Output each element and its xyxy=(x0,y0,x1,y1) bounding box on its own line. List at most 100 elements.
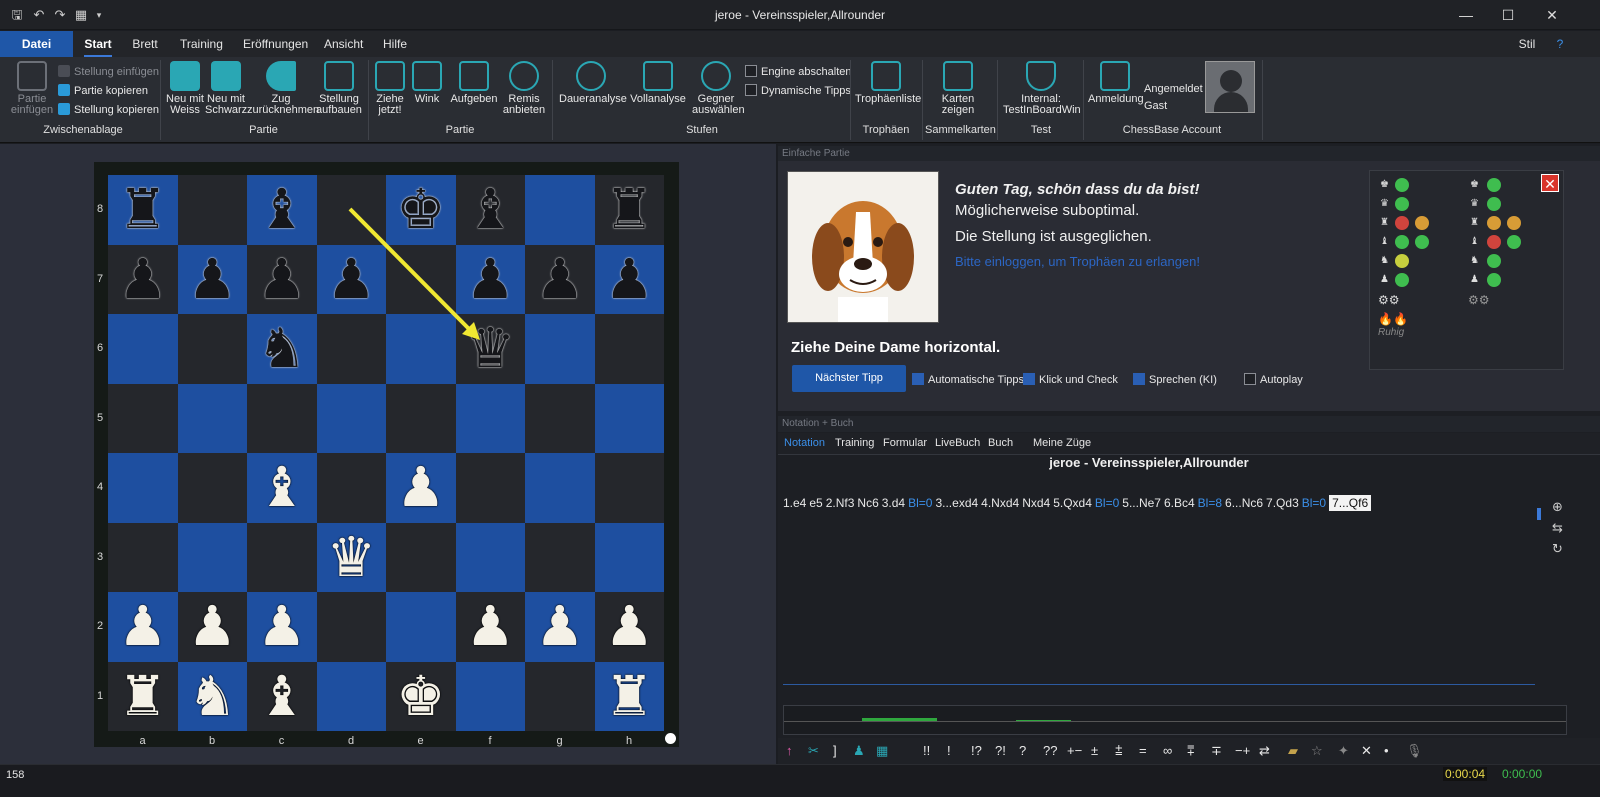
help-icon[interactable]: ? xyxy=(1549,31,1571,57)
microphone-icon[interactable]: 🎙 xyxy=(1406,743,1423,759)
notation-scrollbar[interactable] xyxy=(1534,494,1544,679)
black-clock: 0:00:00 xyxy=(1502,767,1543,781)
move[interactable]: 1.e4 xyxy=(783,496,806,510)
auto-tips-checkbox[interactable]: Automatische Tipps xyxy=(912,373,1024,386)
annotation-symbol[interactable]: ⩱ xyxy=(1187,743,1195,759)
guest-label: Gast xyxy=(1144,100,1168,112)
annotation-symbol[interactable]: ! xyxy=(947,743,951,758)
maximize-button[interactable]: ☐ xyxy=(1488,3,1528,27)
group-sammelkarten-label: Sammelkarten xyxy=(925,124,996,136)
speak-ai-checkbox[interactable]: Sprechen (KI) xyxy=(1133,373,1217,386)
move[interactable]: 3.d4 xyxy=(882,496,905,510)
trophy-icon xyxy=(871,61,901,91)
annotation-symbol[interactable]: ?? xyxy=(1043,743,1057,758)
next-tip-button[interactable]: Nächster Tipp xyxy=(792,365,906,392)
tab-notation[interactable]: Notation xyxy=(784,437,825,449)
move-list: 1.e4 e5 2.Nf3 Nc6 3.d4 Bl=0 3...exd4 4.Nxd4 Nxd4… xyxy=(783,495,1374,511)
move[interactable]: Nc6 xyxy=(857,496,878,510)
white-clock: 0:00:04 xyxy=(1443,767,1488,781)
move[interactable]: 6.Bc4 xyxy=(1164,496,1195,510)
current-move[interactable]: 7...Qf6 xyxy=(1329,495,1372,511)
star-plus-icon[interactable]: ✦ xyxy=(1338,743,1349,759)
internal-test-label: Internal: TestInBoardWin xyxy=(1003,93,1081,116)
eval-annotation[interactable]: Bl=0 xyxy=(908,496,932,510)
ribbon-separator xyxy=(850,60,851,140)
annotation-symbol[interactable]: !? xyxy=(971,743,982,758)
dot-icon[interactable]: • xyxy=(1384,743,1389,758)
internal-test-button[interactable]: Internal: TestInBoardWin xyxy=(1003,61,1081,116)
checkbox-checked-icon xyxy=(912,373,924,385)
click-check-checkbox[interactable]: Klick und Check xyxy=(1023,373,1118,386)
status-dot xyxy=(1487,254,1501,268)
cut-icon[interactable]: ✂ xyxy=(808,743,819,759)
arrow-up-icon[interactable]: ↑ xyxy=(786,743,793,758)
eraser-icon[interactable]: ▰ xyxy=(1288,743,1298,759)
close-stats-button[interactable]: ✕ xyxy=(1541,174,1559,192)
move[interactable]: 3...exd4 xyxy=(935,496,978,510)
annotation-symbol[interactable]: ⩲ xyxy=(1115,743,1123,759)
tab-training[interactable]: Training xyxy=(835,437,874,449)
group-test-label: Test xyxy=(1030,124,1052,136)
annotation-symbol[interactable]: !! xyxy=(923,743,930,758)
refresh-icon[interactable]: ↻ xyxy=(1552,538,1563,559)
minimize-button[interactable]: — xyxy=(1446,3,1486,27)
annotation-symbol[interactable]: = xyxy=(1139,743,1147,758)
eval-annotation[interactable]: Bl=0 xyxy=(1302,496,1326,510)
annotation-symbol[interactable]: ⇄ xyxy=(1259,743,1270,759)
star-icon[interactable]: ☆ xyxy=(1311,743,1323,759)
move[interactable]: 5.Qxd4 xyxy=(1053,496,1092,510)
cards-icon xyxy=(943,61,973,91)
annotation-symbol[interactable]: ∞ xyxy=(1163,743,1172,758)
annotation-symbol-bar: ↑ ✂ ] ♟ ▦ !!!!??!??? +− ± ⩲ = ∞ ⩱ ∓ −+ ⇄ ▰ ☆ ✦ ✕ … xyxy=(778,738,1600,764)
move[interactable]: 5...Ne7 xyxy=(1122,496,1161,510)
scrollbar-thumb[interactable] xyxy=(1537,508,1541,520)
tab-formular[interactable]: Formular xyxy=(883,437,927,449)
ribbon-separator xyxy=(922,60,923,140)
tab-buch[interactable]: Buch xyxy=(988,437,1013,449)
evaluation-graph[interactable] xyxy=(783,705,1567,735)
annotation-symbol[interactable]: ∓ xyxy=(1211,743,1222,759)
login-icon xyxy=(1100,61,1130,91)
style-menu[interactable]: Stil xyxy=(1516,31,1538,57)
add-icon[interactable]: ⊕ xyxy=(1552,496,1563,517)
move[interactable]: 6...Nc6 xyxy=(1225,496,1263,510)
move[interactable]: 7.Qd3 xyxy=(1266,496,1299,510)
show-cards-button[interactable]: Karten zeigen xyxy=(935,61,981,116)
rook-icon: ♜ xyxy=(1470,217,1479,228)
click-check-label: Klick und Check xyxy=(1039,374,1118,386)
delete-annotation-icon[interactable]: ✕ xyxy=(1361,743,1372,759)
avatar[interactable] xyxy=(1205,61,1255,113)
eval-annotation[interactable]: Bl=0 xyxy=(1095,496,1119,510)
annotation-symbol[interactable]: ?! xyxy=(995,743,1006,758)
trophy-list-button[interactable]: Trophäenliste xyxy=(855,61,921,105)
annotation-symbol[interactable]: ? xyxy=(1019,743,1026,758)
avatar-head xyxy=(1220,70,1242,92)
status-dot xyxy=(1395,254,1409,268)
status-dot xyxy=(1395,273,1409,287)
move[interactable]: Nxd4 xyxy=(1022,496,1050,510)
annotation-symbol[interactable]: +− xyxy=(1067,743,1082,758)
autoplay-checkbox[interactable]: Autoplay xyxy=(1244,373,1303,386)
move[interactable]: 2.Nf3 xyxy=(826,496,855,510)
notation-side-tools: ⊕ ⇆ ↻ xyxy=(1552,496,1563,559)
pawn-tool-icon[interactable]: ♟ xyxy=(853,743,865,759)
bracket-icon[interactable]: ] xyxy=(833,743,837,758)
move[interactable]: 4.Nxd4 xyxy=(981,496,1019,510)
bishop-icon: ♝ xyxy=(1470,236,1479,247)
annotation-symbol[interactable]: −+ xyxy=(1235,743,1250,758)
annotation-symbol[interactable]: ± xyxy=(1091,743,1098,758)
beagle-icon xyxy=(812,201,914,322)
status-dot xyxy=(1395,235,1409,249)
insert-icon[interactable]: ⇆ xyxy=(1552,517,1563,538)
login-button[interactable]: Anmeldung xyxy=(1088,61,1144,105)
close-window-button[interactable]: ✕ xyxy=(1532,3,1572,27)
login-trophies-link[interactable]: Bitte einloggen, um Trophäen zu erlangen… xyxy=(955,254,1200,269)
notation-pane-header: Notation + Buch xyxy=(778,416,1600,432)
board-tool-icon[interactable]: ▦ xyxy=(876,743,888,759)
app-window: 🖫 ↶ ↷ ▦ ▾ jeroe - Vereinsspieler,Allroun… xyxy=(0,0,1600,797)
notation-divider xyxy=(783,684,1535,685)
tab-livebuch[interactable]: LiveBuch xyxy=(935,437,980,449)
move[interactable]: e5 xyxy=(809,496,822,510)
eval-annotation[interactable]: Bl=8 xyxy=(1198,496,1222,510)
tab-meine-zuege[interactable]: Meine Züge xyxy=(1033,437,1091,449)
